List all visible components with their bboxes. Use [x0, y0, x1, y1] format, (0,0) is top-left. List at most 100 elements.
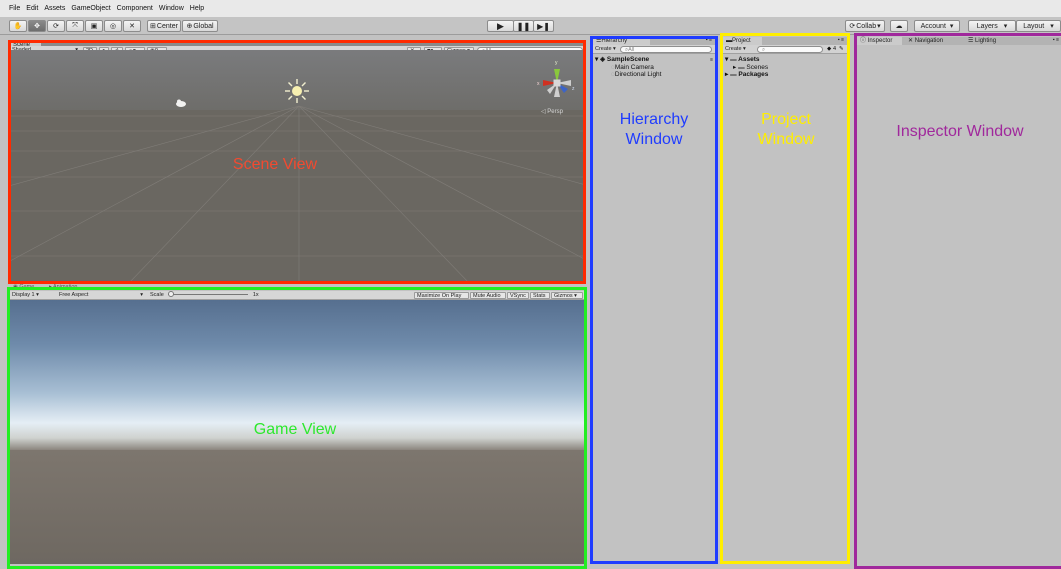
menu-help[interactable]: Help [190, 5, 204, 12]
tab-inspector-label: Inspector [867, 38, 893, 44]
hierarchy-search-input[interactable]: ⌕All [620, 46, 712, 53]
axis-x-label: x [537, 81, 540, 87]
play-button[interactable]: ▶ [487, 20, 514, 32]
project-tree: ▾ ▬ Assets ▸ ▬ Scenes ▸ ▬ Packages [725, 56, 768, 79]
tab-navigation[interactable]: ✕ Navigation [904, 37, 962, 45]
camera-gizmo-icon[interactable] [175, 99, 187, 107]
project-tab-strip: ▬Project ▪ ≡ [722, 37, 848, 45]
project-window-label: Project Window [726, 110, 846, 150]
project-toolbar: Create ▾ ⌕ ◆ 4 ✎ [722, 45, 848, 54]
display-dropdown[interactable]: Display 1 ▾ [10, 292, 54, 299]
label-line: Window [625, 131, 683, 148]
packages-folder[interactable]: ▸ ▬ Packages [725, 71, 768, 79]
hand-tool-button[interactable]: ✋ [9, 20, 27, 32]
tab-project[interactable]: ▬Project [722, 37, 762, 45]
custom-tool-icon: ✕ [129, 23, 135, 30]
vsync-toggle[interactable]: VSync [507, 292, 529, 299]
scene-options-icon[interactable]: ≡ [710, 57, 713, 63]
space-label: Global [193, 22, 214, 30]
menu-file[interactable]: File [9, 5, 20, 12]
list-item[interactable]: ◌Directional Light [595, 71, 661, 79]
tab-lighting-label: Lighting [975, 38, 997, 44]
transform-icon: ◎ [109, 23, 117, 30]
hierarchy-tab-strip: ☰Hierarchy ▪ ≡ [592, 37, 716, 45]
filter-by-type-icon[interactable]: ◆ [827, 46, 831, 52]
tab-animation[interactable]: ▸ Animation [49, 284, 77, 290]
menu-edit[interactable]: Edit [26, 5, 38, 12]
account-button[interactable]: Account ▾ [914, 20, 960, 32]
hierarchy-window-label: Hierarchy Window [596, 110, 712, 150]
assets-folder[interactable]: ▾ ▬ Assets [725, 56, 768, 64]
chevron-down-icon: ▾ [140, 292, 143, 298]
cloud-button[interactable]: ☁ [890, 20, 908, 32]
rect-icon: ▣ [90, 23, 98, 30]
scale-icon: ⤧ [72, 22, 78, 29]
hierarchy-create-dropdown[interactable]: Create ▾ [593, 46, 617, 53]
tag-icon[interactable]: ✎ [839, 46, 844, 52]
tab-game[interactable]: ◉ Game [13, 284, 34, 290]
layout-dropdown[interactable]: Layout ▾ [1016, 20, 1061, 32]
tab-lighting[interactable]: ☰ Lighting [964, 37, 1008, 45]
tab-game-label: Game [19, 284, 35, 290]
inspector-panel: ⓘ Inspector ✕ Navigation ☰ Lighting ▪ ≡ [856, 37, 1061, 564]
project-create-dropdown[interactable]: Create ▾ [723, 46, 751, 53]
unity-scene-icon: ◈ [600, 56, 607, 63]
orientation-gizmo-icon[interactable]: y x z [537, 60, 577, 103]
rect-tool-button[interactable]: ▣ [85, 20, 103, 32]
mute-audio-toggle[interactable]: Mute Audio [470, 292, 506, 299]
aspect-dropdown[interactable]: Free Aspect ▾ [57, 292, 145, 299]
move-icon: ✥ [34, 23, 40, 30]
game-view-label: Game View [253, 421, 337, 438]
step-button[interactable]: ▶❚ [533, 20, 554, 32]
maximize-on-play-toggle[interactable]: Maximize On Play [414, 292, 469, 299]
global-space-button[interactable]: ⊕ Global [182, 20, 218, 32]
rotate-tool-button[interactable]: ⟳ [47, 20, 65, 32]
layers-label: Layers [976, 22, 998, 30]
inspector-tab-strip: ⓘ Inspector ✕ Navigation ☰ Lighting ▪ ≡ [856, 37, 1061, 45]
lighting-icon: ☰ [968, 38, 976, 44]
rotate-icon: ⟳ [53, 23, 59, 30]
persp-toggle[interactable]: ◁ Persp [541, 108, 563, 115]
scene-root-item[interactable]: ▾ ◈ SampleScene [595, 56, 661, 64]
scenes-label: Scenes [746, 63, 769, 71]
hand-icon: ✋ [13, 23, 23, 30]
menu-gameobject[interactable]: GameObject [71, 5, 110, 12]
transform-tool-button[interactable]: ◎ [104, 20, 122, 32]
scale-slider[interactable] [168, 291, 249, 298]
main-toolbar: ✋ ✥ ⟳ ⤧ ▣ ◎ ✕ ⊞ Center ⊕ Global ▶ ❚❚ ▶❚ ⟳ C… [0, 17, 1061, 35]
step-icon: ▶❚ [537, 21, 550, 31]
scale-slider-handle[interactable] [168, 291, 175, 298]
list-item[interactable]: ◌Main Camera [595, 64, 661, 72]
menu-assets[interactable]: Assets [44, 5, 65, 12]
menu-window[interactable]: Window [159, 5, 184, 12]
lock-icon[interactable]: ▪ ≡ [1053, 37, 1059, 43]
menu-component[interactable]: Component [117, 5, 153, 12]
game-tab-strip: ◉ Game ▸ Animation [9, 284, 119, 291]
pivot-center-button[interactable]: ⊞ Center [147, 20, 181, 32]
panel-menu-icon[interactable]: ▪ ≡ [838, 37, 844, 43]
tab-hierarchy[interactable]: ☰Hierarchy [592, 37, 650, 45]
display-label: Display 1 [12, 292, 35, 298]
stats-toggle[interactable]: Stats [530, 292, 550, 299]
item-label: Main Camera [614, 63, 654, 71]
sun-icon[interactable] [284, 78, 310, 104]
custom-tool-button[interactable]: ✕ [123, 20, 141, 32]
tab-animation-label: Animation [53, 284, 78, 290]
collab-button[interactable]: ⟳ Collab ▾ [845, 20, 885, 32]
panel-menu-icon[interactable]: ▪ ≡ [706, 37, 712, 43]
scale-control: Scale 1x [148, 291, 268, 299]
info-icon: ⓘ [860, 38, 868, 44]
move-tool-button[interactable]: ✥ [28, 20, 46, 32]
create-label: Create [725, 46, 742, 52]
pause-button[interactable]: ❚❚ [513, 20, 534, 32]
tab-inspector[interactable]: ⓘ Inspector [856, 37, 902, 45]
scenes-folder[interactable]: ▸ ▬ Scenes [725, 64, 768, 72]
scale-tool-button[interactable]: ⤧ [66, 20, 84, 32]
create-label: Create [595, 46, 612, 52]
project-search-input[interactable]: ⌕ [757, 46, 823, 53]
axis-y-label: y [555, 60, 558, 66]
hierarchy-toolbar: Create ▾ ⌕All [592, 45, 716, 54]
layers-dropdown[interactable]: Layers ▾ [968, 20, 1016, 32]
persp-label: Persp [547, 109, 563, 115]
game-gizmos-dropdown[interactable]: Gizmos ▾ [551, 292, 583, 299]
